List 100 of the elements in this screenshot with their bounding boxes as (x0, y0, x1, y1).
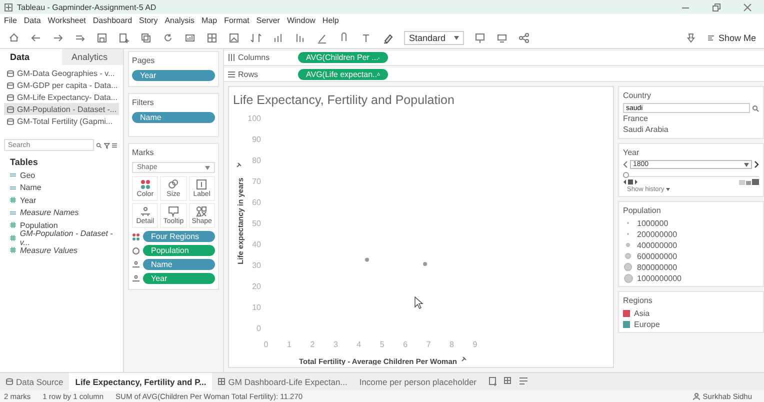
menu-item[interactable]: Worksheet (48, 16, 86, 24)
card-title: Regions (623, 295, 654, 307)
search-icon[interactable] (96, 142, 102, 148)
axis-tick-label: 1 (287, 340, 292, 349)
sheet-tab[interactable]: Data Source (0, 372, 70, 390)
new-dashboard-icon[interactable] (504, 377, 513, 386)
chart-icon[interactable] (184, 32, 196, 44)
home-icon[interactable] (8, 32, 20, 44)
speed-icon[interactable] (739, 179, 759, 185)
highlighter-icon[interactable] (382, 32, 394, 44)
list-icon[interactable] (112, 142, 119, 148)
refresh-icon[interactable] (162, 32, 174, 44)
axis-tick-label: 20 (252, 282, 261, 291)
axis-tick-label: 3 (333, 340, 338, 349)
sheet-tab[interactable]: GM Dashboard-Life Expectan... (212, 372, 354, 390)
circle-icon (132, 246, 140, 254)
menu-item[interactable]: Help (322, 16, 339, 24)
duplicate-icon[interactable] (140, 32, 152, 44)
field-item[interactable]: Geo (0, 169, 123, 182)
database-icon (7, 82, 14, 88)
field-item[interactable]: Population (0, 219, 123, 232)
shelf-label: Rows (238, 70, 258, 79)
axis-tick-label: 10 (252, 303, 261, 312)
database-icon (7, 106, 14, 112)
data-source-item[interactable]: GM-Total Fertility (Gapmi... (4, 115, 119, 127)
field-item[interactable]: Name (0, 182, 123, 194)
tooltip-icon (168, 206, 179, 217)
menu-item[interactable]: Format (224, 16, 250, 24)
legend-label: Europe (634, 320, 660, 328)
menu-item[interactable]: Story (139, 16, 158, 24)
text-icon[interactable] (360, 32, 372, 44)
search-icon[interactable] (752, 104, 759, 112)
show-me-button[interactable]: Show Me (707, 32, 756, 42)
swap-icon[interactable] (250, 32, 262, 44)
axis-tick-label: 40 (252, 240, 261, 249)
sort-descending-icon[interactable] (294, 32, 306, 44)
menu-item[interactable]: Server (256, 16, 280, 24)
back-arrow-icon[interactable] (30, 32, 42, 44)
card-title: Population (623, 205, 662, 217)
filter-item[interactable]: France (623, 114, 759, 124)
menu-item[interactable]: Analysis (164, 16, 194, 24)
new-story-icon[interactable] (518, 377, 528, 386)
sheet-tab[interactable]: Life Expectancy, Fertility and P... (69, 372, 212, 390)
fit-dropdown[interactable]: Standard (404, 30, 464, 44)
legend-label: 200000000 (637, 230, 678, 238)
data-source-item[interactable]: GM-GDP per capita - Data... (4, 79, 119, 91)
menu-item[interactable]: Window (286, 16, 316, 24)
label-icon (196, 179, 208, 190)
axis-tick-label: 100 (248, 114, 261, 123)
legend-label: 1000000000 (637, 274, 682, 282)
data-source-item[interactable]: GM-Data Geographies - v... (4, 67, 119, 79)
axis-tick-label: 0 (256, 324, 261, 333)
slider-thumb[interactable] (623, 172, 629, 178)
legend-label: Asia (634, 308, 650, 318)
previous-icon[interactable] (623, 161, 628, 168)
new-worksheet-icon[interactable] (488, 377, 498, 386)
field-item[interactable]: Measure Values (0, 244, 123, 256)
pin-icon[interactable] (685, 32, 698, 44)
detail-icon (140, 206, 151, 217)
card-title: Filters (132, 97, 155, 109)
menu-item[interactable]: Map (202, 16, 218, 24)
legend-label: 600000000 (637, 252, 678, 260)
pane-tab[interactable]: Analytics (62, 49, 123, 65)
caret-icon (666, 188, 670, 191)
axis-tick-label: 8 (450, 340, 454, 349)
caret-icon (744, 162, 749, 166)
menu-item[interactable]: File (4, 16, 17, 24)
field-item[interactable]: Measure Names (0, 206, 123, 219)
text-field-icon (10, 210, 16, 216)
field-item[interactable]: Year (0, 194, 123, 206)
new-sheet-icon[interactable] (118, 32, 130, 44)
image-icon[interactable] (228, 32, 240, 44)
axis-tick-label: 2 (310, 340, 315, 349)
axis-tick-label: 6 (403, 340, 408, 349)
axis-tick-label: 7 (426, 340, 431, 349)
close-icon[interactable] (743, 2, 752, 12)
monitor-icon[interactable] (496, 32, 508, 44)
database-icon (7, 70, 14, 76)
filter-item[interactable]: Saudi Arabia (623, 125, 759, 135)
menu-item[interactable]: Dashboard (92, 16, 132, 24)
hash-icon (10, 197, 16, 204)
database-icon (6, 378, 13, 385)
field-item[interactable]: GM-Population - Dataset - v... (0, 232, 123, 244)
next-icon[interactable] (754, 161, 759, 168)
sheet-tab[interactable]: Income per person placeholder (353, 372, 483, 390)
menu-item[interactable]: Data (24, 16, 41, 24)
playback-controls-icon[interactable] (623, 179, 639, 185)
sort-ascending-icon[interactable] (272, 32, 284, 44)
caret-icon (454, 36, 459, 40)
axis-tick-label: 60 (252, 198, 261, 207)
forward-arrow-icon[interactable] (52, 32, 64, 44)
restore-icon[interactable] (712, 2, 721, 12)
filter-icon[interactable] (104, 142, 110, 148)
presentation-icon[interactable] (474, 32, 486, 44)
share-icon[interactable] (518, 32, 530, 44)
data-source-item[interactable]: GM-Population - Dataset -... (4, 103, 119, 115)
data-source-item[interactable]: GM-Life Expectancy- Data... (4, 91, 119, 103)
save-icon[interactable] (96, 32, 108, 44)
card-title: Pages (132, 55, 156, 67)
grid-icon[interactable] (206, 32, 218, 44)
